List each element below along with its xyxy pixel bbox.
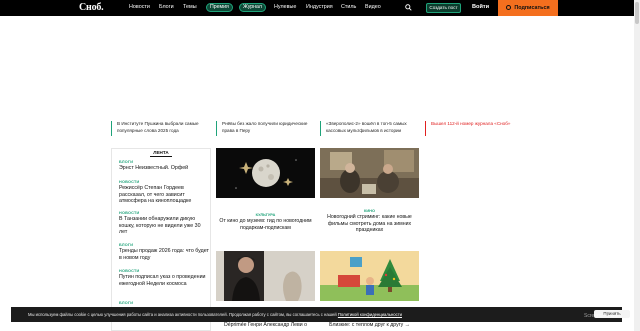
feed-item-category: НОВОСТИ bbox=[119, 269, 140, 273]
article-image[interactable] bbox=[320, 251, 419, 301]
feed-item-title[interactable]: Режиссёр Степан Гордеев рассказал, от че… bbox=[119, 185, 209, 205]
feed-item-category: БЛОГИ bbox=[119, 301, 134, 305]
nav-journal-pill[interactable]: Журнал bbox=[239, 3, 266, 12]
create-post-button[interactable]: Создать пост bbox=[426, 3, 461, 13]
article-category: КУЛЬТУРА bbox=[255, 212, 276, 217]
site-logo[interactable]: Сноб. bbox=[79, 2, 104, 13]
nav-style[interactable]: Стиль bbox=[341, 4, 356, 10]
ticker-item-journal[interactable]: Вышел 112-й номер журнала «Сноб» bbox=[425, 121, 525, 136]
feed-item[interactable]: НОВОСТИ Путин подписал указ о проведении… bbox=[119, 269, 209, 287]
subscribe-icon bbox=[506, 5, 512, 10]
login-button[interactable]: Войти bbox=[472, 4, 489, 10]
article-category: КИНО bbox=[363, 208, 375, 213]
watermark: Screenshot Guru bbox=[584, 313, 622, 319]
feed-item-title[interactable]: В Танзании обнаружили дикую кошку, котор… bbox=[119, 216, 209, 236]
ticker-item[interactable]: «Зверополис-2» вошёл в топ-5 самых кассо… bbox=[320, 121, 420, 136]
feed-item-title[interactable]: Эрнст Неизвестный. Орфей bbox=[119, 165, 209, 172]
page-scrollbar[interactable] bbox=[634, 0, 640, 331]
nav-noughties[interactable]: Нулевые bbox=[274, 4, 296, 10]
article-image[interactable] bbox=[320, 148, 419, 198]
article-title[interactable]: Близкие: с теплом друг к другу → bbox=[322, 322, 417, 329]
article-title[interactable]: Déprimée Генри Александр Леви о bbox=[218, 322, 313, 329]
article-card[interactable]: КИНО Новогодний стриминг: какие новые фи… bbox=[320, 148, 419, 244]
feed-item[interactable]: БЛОГИ Тренды продаж 2026 года: что будет… bbox=[119, 243, 209, 261]
scrollbar-thumb[interactable] bbox=[635, 2, 639, 24]
feed-item-title[interactable]: Тренды продаж 2026 года: что будет в нов… bbox=[119, 248, 209, 261]
subscribe-label: Подписаться bbox=[514, 5, 550, 11]
feed-item-category: НОВОСТИ bbox=[119, 211, 140, 215]
ticker-item[interactable]: Pнёвы без жало получили юридические прав… bbox=[216, 121, 316, 136]
subscribe-button[interactable]: Подписаться bbox=[498, 0, 558, 16]
feed-item-category: НОВОСТИ bbox=[119, 180, 140, 184]
nav-news[interactable]: Новости bbox=[129, 4, 150, 10]
nav-topics[interactable]: Темы bbox=[183, 4, 197, 10]
portrait-photo bbox=[216, 251, 315, 301]
feed-item[interactable]: БЛОГИ bbox=[119, 301, 209, 305]
christmas-illustration bbox=[320, 251, 419, 301]
nav-video[interactable]: Видео bbox=[365, 4, 381, 10]
feed-item[interactable]: НОВОСТИ В Танзании обнаружили дикую кошк… bbox=[119, 211, 209, 236]
search-icon[interactable] bbox=[405, 4, 412, 11]
ticker-item[interactable]: В Институте Пушкина выбрали самые популя… bbox=[111, 121, 211, 136]
article-image[interactable] bbox=[216, 148, 315, 198]
feed-item[interactable]: БЛОГИ Эрнст Неизвестный. Орфей bbox=[119, 160, 209, 172]
article-card[interactable]: КУЛЬТУРА От кино до музеев: гид по новог… bbox=[216, 148, 315, 244]
moon-ornament-illustration bbox=[235, 159, 297, 189]
feed-item-title[interactable]: Путин подписал указ о проведении ежегодн… bbox=[119, 274, 209, 287]
article-image[interactable] bbox=[216, 251, 315, 301]
top-navbar: Сноб. Новости Блоги Темы Премия Журнал Н… bbox=[0, 0, 640, 16]
article-title[interactable]: От кино до музеев: гид по новогодним под… bbox=[218, 218, 313, 231]
feed-item-category: БЛОГИ bbox=[119, 243, 134, 247]
cookie-text: Мы используем файлы cookie с целью улучш… bbox=[28, 312, 402, 317]
nav-industry[interactable]: Индустрия bbox=[306, 4, 333, 10]
feed-tab[interactable]: ЛЕНТА bbox=[150, 149, 172, 157]
cookie-message: Мы используем файлы cookie с целью улучш… bbox=[28, 312, 338, 317]
feed-item[interactable]: НОВОСТИ Режиссёр Степан Гордеев рассказа… bbox=[119, 180, 209, 205]
feed-item-category: БЛОГИ bbox=[119, 160, 134, 164]
nav-award-pill[interactable]: Премия bbox=[206, 3, 233, 12]
cookie-banner: Мы используем файлы cookie с целью улучш… bbox=[11, 307, 630, 322]
living-room-photo bbox=[320, 148, 419, 198]
article-title[interactable]: Новогодний стриминг: какие новые фильмы … bbox=[322, 214, 417, 234]
nav-blogs[interactable]: Блоги bbox=[159, 4, 174, 10]
privacy-policy-link[interactable]: Политикой конфиденциальности bbox=[338, 312, 402, 317]
